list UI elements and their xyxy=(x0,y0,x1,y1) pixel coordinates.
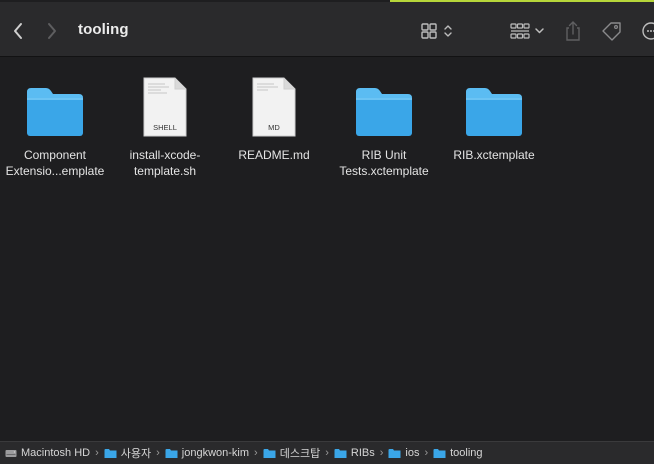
file-grid: Component Extensio...emplate SHELL insta… xyxy=(0,58,654,440)
view-mode-button[interactable] xyxy=(420,19,460,43)
file-item-rib-xctemplate[interactable]: RIB.xctemplate xyxy=(435,68,553,163)
crumb-ios[interactable]: ios xyxy=(388,447,419,459)
file-item-readme[interactable]: MD README.md xyxy=(215,68,333,163)
tag-icon xyxy=(602,22,621,41)
crumb-tooling[interactable]: tooling xyxy=(433,447,483,459)
crumb-home[interactable]: jongkwon-kim xyxy=(165,447,249,459)
file-name: README.md xyxy=(238,148,310,162)
document-badge: MD xyxy=(268,123,280,132)
chevron-right-icon: › xyxy=(325,447,329,459)
back-button[interactable] xyxy=(8,20,28,42)
crumb-desktop[interactable]: 데스크탑 xyxy=(263,445,320,461)
chevron-right-icon: › xyxy=(254,447,258,459)
window-title: tooling xyxy=(78,21,129,38)
icon-wrap xyxy=(349,68,419,138)
more-icon xyxy=(642,22,654,40)
home-folder-icon xyxy=(165,448,178,459)
icon-wrap: SHELL xyxy=(130,68,200,138)
crumb-label: 사용자 xyxy=(120,448,152,460)
icon-wrap xyxy=(459,68,529,138)
crumb-label: tooling xyxy=(450,447,483,459)
crumb-label: 데스크탑 xyxy=(279,448,321,460)
finder-window: tooling Component Extensio...emplate SHE… xyxy=(0,0,654,464)
share-icon xyxy=(566,21,580,41)
shell-script-document-icon: SHELL xyxy=(143,77,187,137)
chevron-right-icon: › xyxy=(156,447,160,459)
document-badge: SHELL xyxy=(153,123,177,132)
folder-icon xyxy=(388,448,401,459)
markdown-document-icon: MD xyxy=(252,77,296,137)
file-item-component-extension-template[interactable]: Component Extensio...emplate xyxy=(0,68,114,179)
folder-icon xyxy=(466,88,522,136)
crumb-macintosh-hd[interactable]: Macintosh HD xyxy=(5,447,90,459)
folder-icon xyxy=(104,448,117,459)
chevron-right-icon xyxy=(48,23,56,39)
group-by-button[interactable] xyxy=(509,19,547,43)
hard-drive-icon xyxy=(5,448,17,459)
crumb-users[interactable]: 사용자 xyxy=(104,445,151,461)
crumb-label: Macintosh HD xyxy=(21,447,91,459)
group-by-icon xyxy=(510,23,544,39)
icon-wrap: MD xyxy=(239,68,309,138)
file-name: Component Extensio...emplate xyxy=(5,148,105,178)
file-item-rib-unit-tests[interactable]: RIB Unit Tests.xctemplate xyxy=(325,68,443,179)
more-button[interactable] xyxy=(640,19,654,43)
crumb-label: jongkwon-kim xyxy=(181,447,250,459)
file-item-install-xcode-template[interactable]: SHELL install-xcode- template.sh xyxy=(106,68,224,179)
folder-icon xyxy=(433,448,446,459)
toolbar: tooling xyxy=(0,2,654,57)
folder-icon xyxy=(356,88,412,136)
crumb-ribs[interactable]: RIBs xyxy=(334,447,375,459)
crumb-label: ios xyxy=(405,447,420,459)
chevron-right-icon: › xyxy=(424,447,429,459)
chevron-right-icon: › xyxy=(379,447,384,459)
crumb-label: RIBs xyxy=(350,447,375,459)
tag-button[interactable] xyxy=(600,19,624,43)
forward-button[interactable] xyxy=(42,20,62,42)
icon-wrap xyxy=(20,68,90,138)
chevron-right-icon: › xyxy=(95,447,99,459)
desktop-folder-icon xyxy=(263,448,276,459)
folder-icon xyxy=(27,88,83,136)
chevron-left-icon xyxy=(14,23,22,39)
file-name: RIB.xctemplate xyxy=(453,148,535,162)
path-bar: Macintosh HD › 사용자 › jongkwon-kim › 데스크탑… xyxy=(0,441,654,464)
file-name: RIB Unit Tests.xctemplate xyxy=(339,148,429,178)
file-name: install-xcode- template.sh xyxy=(129,148,201,178)
share-button[interactable] xyxy=(563,19,583,43)
icon-grid-view-icon xyxy=(421,23,452,39)
folder-icon xyxy=(334,448,347,459)
